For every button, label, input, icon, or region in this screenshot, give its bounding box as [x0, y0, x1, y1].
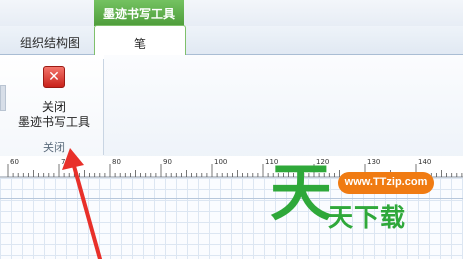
close-ink-tools-button[interactable]: ✕ 关闭 墨迹书写工具 [14, 62, 94, 132]
watermark-site-name: 天下载 [328, 203, 407, 232]
context-tab-header: 墨迹书写工具 [94, 0, 184, 26]
watermark-url: www.TTzip.com [344, 176, 428, 188]
ribbon-group-separator [103, 59, 104, 155]
tab-pen[interactable]: 笔 [94, 25, 186, 56]
tab-pen-label: 笔 [133, 37, 146, 51]
context-tab-header-label: 墨迹书写工具 [102, 7, 175, 21]
close-button-label-line2: 墨迹书写工具 [17, 115, 90, 129]
watermark-big-char: 天 [270, 156, 333, 229]
watermark-logo: 天 www.TTzip.com 天下载 [268, 158, 463, 259]
ruler-label: 90 [163, 158, 172, 166]
red-arrow-annotation [62, 148, 102, 259]
tab-org-chart[interactable]: 组织结构图 [20, 34, 80, 51]
ruler-label: 100 [214, 158, 227, 166]
watermark-url-bubble: www.TTzip.com [338, 172, 434, 194]
ribbon-tab-row: 组织结构图 笔 [0, 25, 463, 56]
title-strip [0, 0, 463, 27]
ribbon-empty-area [104, 55, 463, 161]
ribbon-panel: ✕ 关闭 墨迹书写工具 关闭 [0, 55, 463, 162]
ruler-label: 60 [10, 158, 19, 166]
close-icon: ✕ [43, 66, 65, 88]
ribbon-scroll-edge [0, 85, 6, 111]
